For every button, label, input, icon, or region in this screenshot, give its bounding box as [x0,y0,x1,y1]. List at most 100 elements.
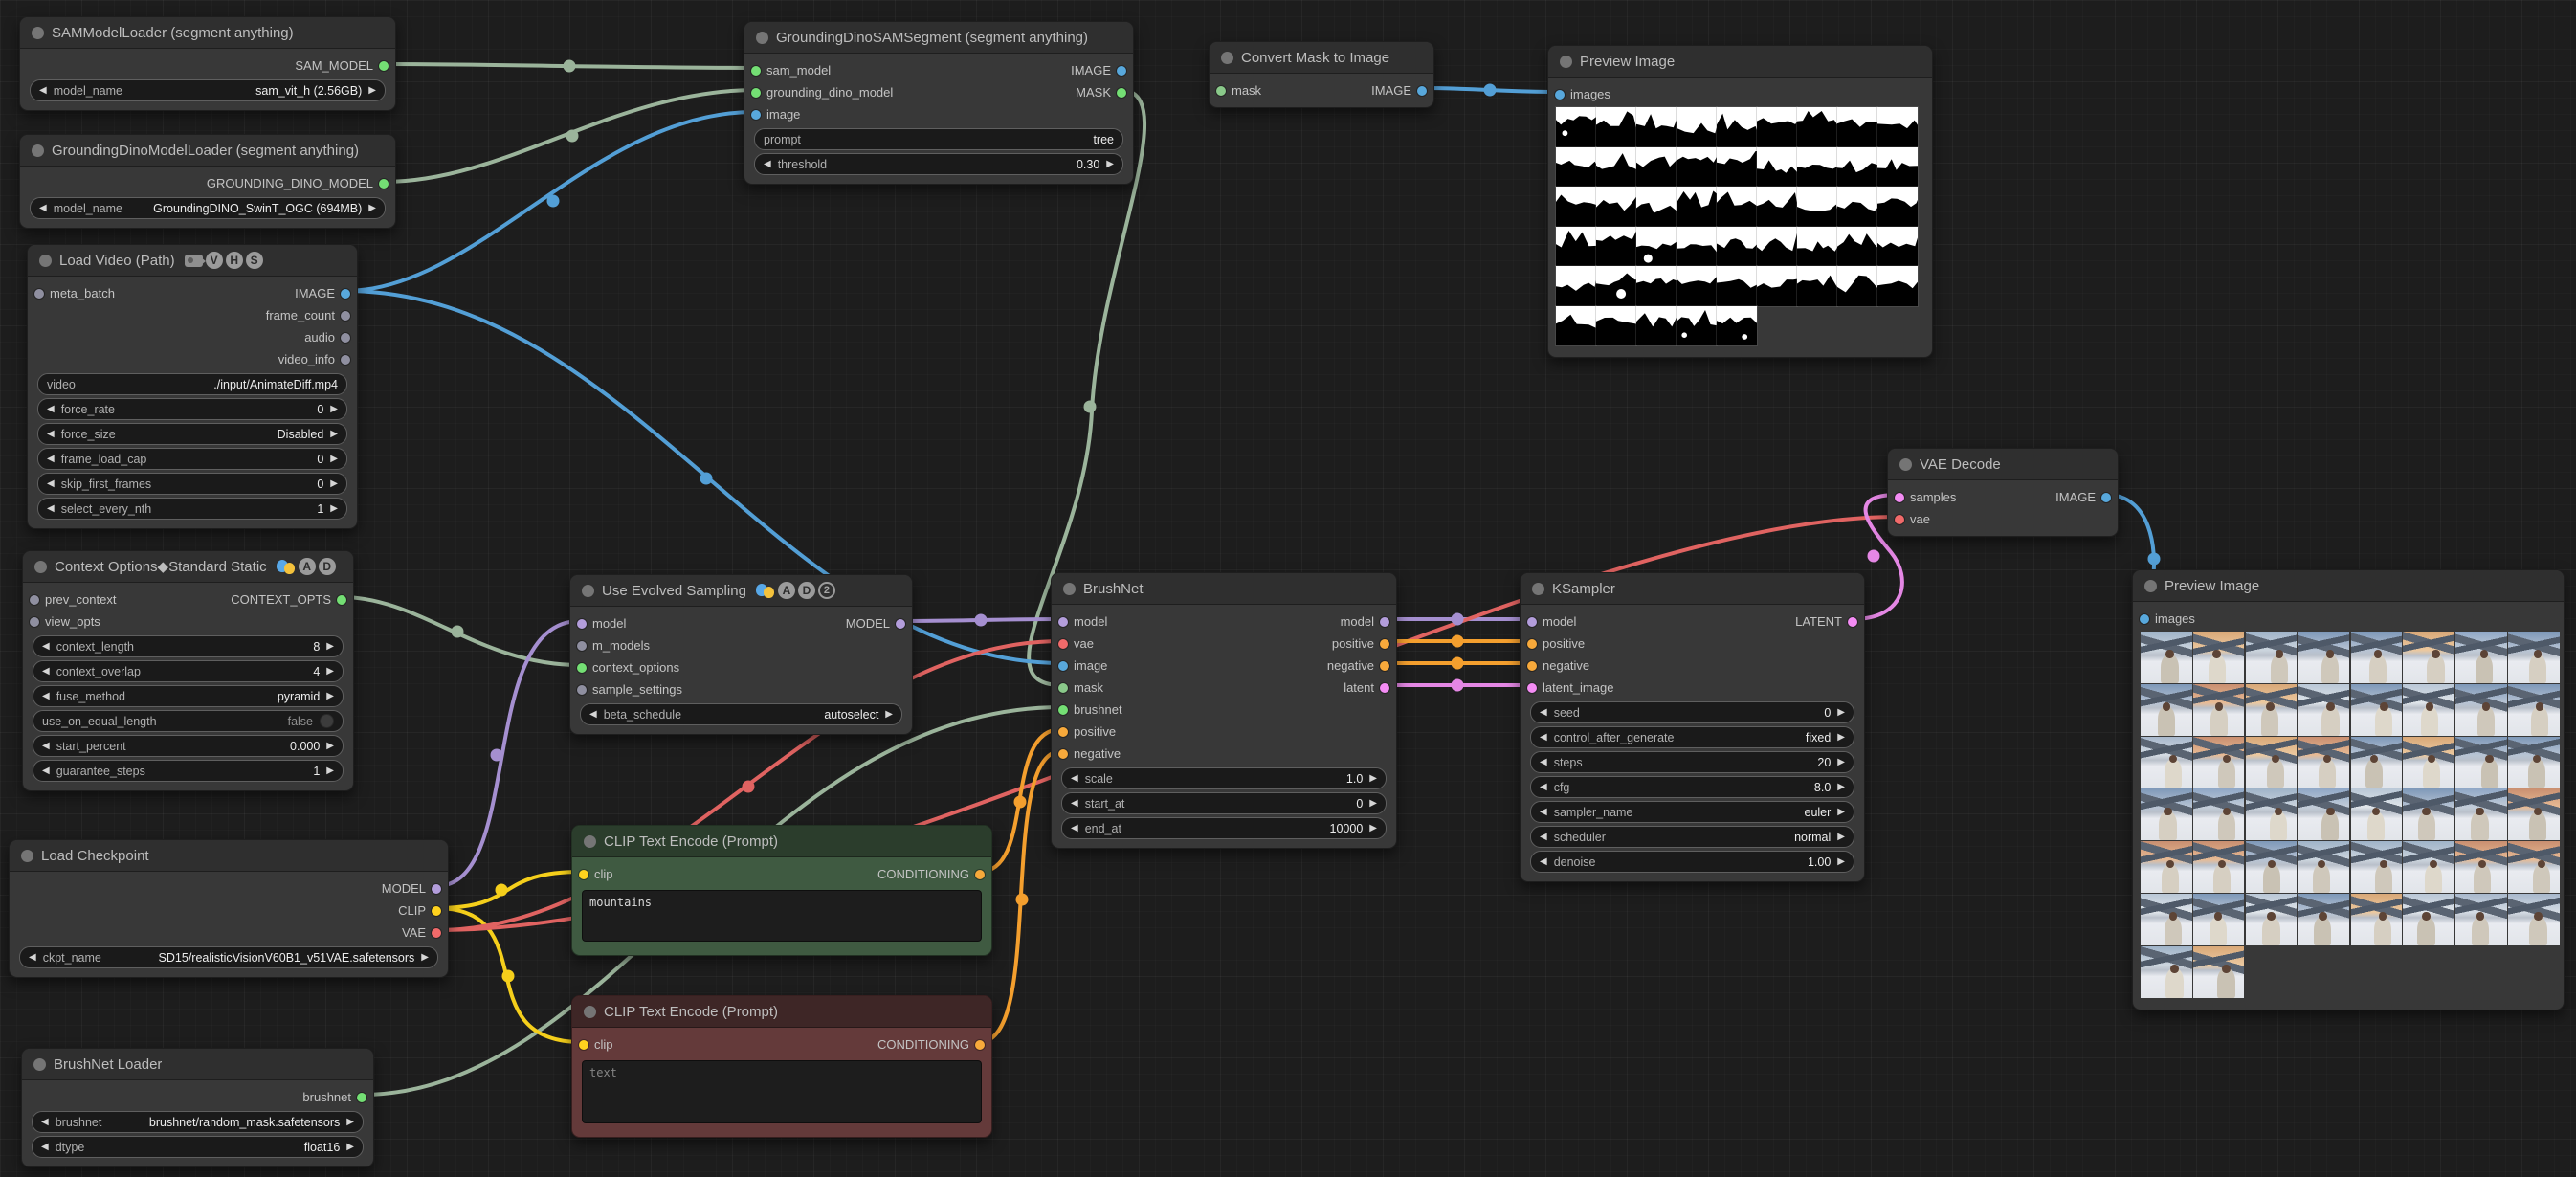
input-dot[interactable] [751,88,761,98]
input-dot[interactable] [1895,515,1904,524]
node-brushnet-loader[interactable]: BrushNet Loader brushnet ◀brushnetbrushn… [21,1048,374,1167]
input-slot-images[interactable]: images [2140,611,2195,626]
input-dot[interactable] [1555,90,1565,100]
collapse-dot[interactable] [2144,580,2157,592]
next-arrow-icon[interactable]: ▶ [1106,159,1114,169]
prev-arrow-icon[interactable]: ◀ [1540,757,1547,767]
input-slot-m-models[interactable]: m_models [577,638,650,653]
widget-context-length[interactable]: ◀context_length8▶ [33,635,344,657]
widget-force-rate[interactable]: ◀force_rate0▶ [37,398,347,420]
widget-skip-first-frames[interactable]: ◀skip_first_frames0▶ [37,473,347,495]
next-arrow-icon[interactable]: ▶ [1837,807,1845,817]
output-dot[interactable] [1117,66,1126,76]
prev-arrow-icon[interactable]: ◀ [47,503,55,514]
widget-guarantee-steps[interactable]: ◀guarantee_steps1▶ [33,760,344,782]
output-dot[interactable] [2101,493,2111,502]
collapse-dot[interactable] [1221,52,1233,64]
output-slot-video-info[interactable]: video_info [278,352,350,366]
input-slot-positive[interactable]: positive [1527,636,1585,651]
widget-beta-schedule[interactable]: ◀beta_scheduleautoselect▶ [580,703,902,725]
output-dot[interactable] [379,61,389,71]
prev-arrow-icon[interactable]: ◀ [1540,707,1547,718]
widget-scale[interactable]: ◀scale1.0▶ [1061,767,1387,789]
next-arrow-icon[interactable]: ▶ [1369,798,1377,809]
prev-arrow-icon[interactable]: ◀ [1540,832,1547,842]
widget-model-name[interactable]: ◀model_nameGroundingDINO_SwinT_OGC (694M… [30,197,386,219]
node-load-video[interactable]: Load Video (Path) VHS meta_batch IMAGE f… [27,244,358,529]
node-context-options[interactable]: Context Options◆Standard Static AD prev_… [22,550,354,791]
node-title-bar[interactable]: BrushNet [1052,573,1396,605]
prev-arrow-icon[interactable]: ◀ [1071,798,1078,809]
input-slot-model[interactable]: model [577,616,626,631]
node-clip-text-encode-positive[interactable]: CLIP Text Encode (Prompt) clip CONDITION… [571,825,992,956]
output-dot[interactable] [432,884,441,894]
next-arrow-icon[interactable]: ▶ [368,85,376,96]
widget-steps[interactable]: ◀steps20▶ [1530,751,1854,773]
collapse-dot[interactable] [584,835,596,848]
input-slot-mask[interactable]: mask [1216,83,1261,98]
input-dot[interactable] [579,1040,588,1050]
output-dot[interactable] [341,289,350,299]
input-slot-model[interactable]: model [1058,614,1107,629]
next-arrow-icon[interactable]: ▶ [330,503,338,514]
node-title-bar[interactable]: GroundingDinoSAMSegment (segment anythin… [744,22,1133,54]
input-dot[interactable] [30,595,39,605]
node-preview-image-masks[interactable]: Preview Image images [1547,45,1933,358]
input-dot[interactable] [579,870,588,879]
next-arrow-icon[interactable]: ▶ [1369,823,1377,833]
next-arrow-icon[interactable]: ▶ [330,429,338,439]
output-dot[interactable] [1848,617,1857,627]
input-slot-context-options[interactable]: context_options [577,660,679,675]
input-dot[interactable] [1895,493,1904,502]
prev-arrow-icon[interactable]: ◀ [47,454,55,464]
input-slot-negative[interactable]: negative [1058,746,1121,761]
input-slot-positive[interactable]: positive [1058,724,1116,739]
node-grounding-dino-model-loader[interactable]: GroundingDinoModelLoader (segment anythi… [19,134,396,229]
widget-threshold[interactable]: ◀threshold0.30▶ [754,153,1123,175]
collapse-dot[interactable] [1532,583,1544,595]
output-slot-brushnet[interactable]: brushnet [302,1090,366,1104]
node-vae-decode[interactable]: VAE Decode samples IMAGE vae [1887,448,2119,537]
prev-arrow-icon[interactable]: ◀ [42,691,50,701]
prev-arrow-icon[interactable]: ◀ [42,741,50,751]
output-slot-latent[interactable]: latent [1344,680,1389,695]
output-slot-mask[interactable]: MASK [1076,85,1126,100]
next-arrow-icon[interactable]: ▶ [1837,707,1845,718]
node-title-bar[interactable]: VAE Decode [1888,449,2118,480]
next-arrow-icon[interactable]: ▶ [421,952,429,963]
input-dot[interactable] [577,685,587,695]
prev-arrow-icon[interactable]: ◀ [1540,856,1547,867]
node-title-bar[interactable]: Load Video (Path) VHS [28,245,357,277]
input-dot[interactable] [1058,727,1068,737]
widget-denoise[interactable]: ◀denoise1.00▶ [1530,851,1854,873]
node-title-bar[interactable]: Preview Image [1548,46,1932,78]
node-load-checkpoint[interactable]: Load Checkpoint MODEL CLIP VAE ◀ckpt_nam… [9,839,449,978]
output-dot[interactable] [975,1040,985,1050]
next-arrow-icon[interactable]: ▶ [326,666,334,677]
widget-scheduler[interactable]: ◀schedulernormal▶ [1530,826,1854,848]
node-convert-mask-to-image[interactable]: Convert Mask to Image mask IMAGE [1209,41,1434,108]
widget-brushnet[interactable]: ◀brushnetbrushnet/random_mask.safetensor… [32,1111,364,1133]
prev-arrow-icon[interactable]: ◀ [42,641,50,652]
input-slot-negative[interactable]: negative [1527,658,1589,673]
next-arrow-icon[interactable]: ▶ [346,1142,354,1152]
prev-arrow-icon[interactable]: ◀ [39,85,47,96]
prev-arrow-icon[interactable]: ◀ [764,159,771,169]
output-dot[interactable] [379,179,389,189]
output-dot[interactable] [432,906,441,916]
output-slot-model[interactable]: MODEL [382,881,441,896]
collapse-dot[interactable] [756,32,768,44]
input-dot[interactable] [1058,661,1068,671]
node-use-evolved-sampling[interactable]: Use Evolved Sampling AD2 model MODEL m_m… [569,574,913,735]
next-arrow-icon[interactable]: ▶ [326,766,334,776]
collapse-dot[interactable] [39,255,52,267]
prev-arrow-icon[interactable]: ◀ [42,766,50,776]
widget-model-name[interactable]: ◀model_namesam_vit_h (2.56GB)▶ [30,79,386,101]
output-slot-negative[interactable]: negative [1327,658,1389,673]
output-dot[interactable] [1380,639,1389,649]
input-dot[interactable] [1058,683,1068,693]
input-dot[interactable] [751,110,761,120]
prev-arrow-icon[interactable]: ◀ [47,478,55,489]
input-dot[interactable] [1216,86,1226,96]
widget-control-after-generate[interactable]: ◀control_after_generatefixed▶ [1530,726,1854,748]
